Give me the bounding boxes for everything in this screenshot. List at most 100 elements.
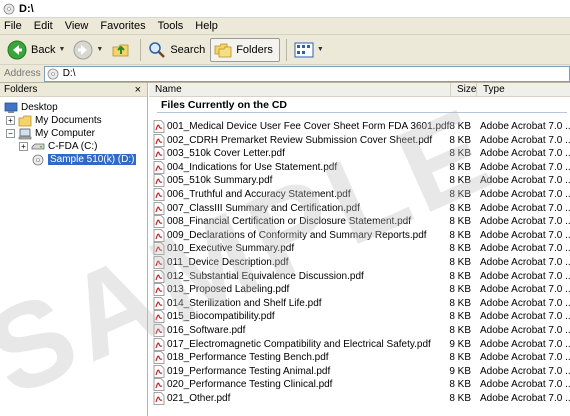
file-row[interactable]: 018_Performance Testing Bench.pdf 8 KB Ado… xyxy=(149,351,570,365)
tree-item-label: Sample 510(k) (D:) xyxy=(48,154,137,165)
file-name: 014_Sterilization and Shelf Life.pdf xyxy=(167,297,322,309)
pdf-file-icon xyxy=(153,392,165,405)
search-icon xyxy=(149,41,166,58)
chevron-down-icon[interactable]: ▼ xyxy=(58,46,65,53)
file-row[interactable]: 006_Truthful and Accuracy Statement.pdf 8… xyxy=(149,188,570,201)
file-row[interactable]: 002_CDRH Premarket Review Submission Cov… xyxy=(149,133,570,147)
file-name: 003_510k Cover Letter.pdf xyxy=(167,148,285,160)
file-row[interactable]: 017_Electromagnetic Compatibility and El… xyxy=(149,337,570,351)
pdf-file-icon xyxy=(153,283,165,297)
tree-item-my-documents[interactable]: + My Documents xyxy=(6,114,102,127)
tree-item-label: C-FDA (C:) xyxy=(48,141,98,152)
menu-help[interactable]: Help xyxy=(195,20,218,32)
toolbar-separator xyxy=(140,38,142,61)
close-icon[interactable]: × xyxy=(135,84,141,96)
pdf-file-icon xyxy=(153,174,165,188)
file-type: Adobe Acrobat 7.0 ... xyxy=(480,325,570,336)
pdf-file-icon xyxy=(153,378,165,392)
back-label: Back xyxy=(31,43,56,56)
column-header-label: Type xyxy=(483,84,505,95)
file-row[interactable]: 011_Device Description.pdf 8 KB Adobe Acro… xyxy=(149,256,570,269)
column-header-type[interactable]: Type xyxy=(477,83,570,96)
pdf-file-icon xyxy=(153,337,165,351)
file-name: 015_Biocompatibility.pdf xyxy=(167,311,275,323)
back-button[interactable]: Back ▼ xyxy=(4,38,68,62)
pdf-file-icon xyxy=(153,120,165,133)
tree-item-c-drive[interactable]: + C-FDA (C:) xyxy=(19,140,97,153)
group-divider xyxy=(157,112,567,113)
file-type: Adobe Acrobat 7.0 ... xyxy=(480,121,570,132)
file-size: 8 KB xyxy=(449,243,471,255)
chevron-down-icon[interactable]: ▼ xyxy=(96,46,103,53)
chevron-down-icon[interactable]: ▼ xyxy=(317,46,324,53)
expand-icon[interactable]: + xyxy=(19,142,28,151)
expand-icon[interactable]: + xyxy=(6,116,15,125)
file-row[interactable]: 005_510k Summary.pdf 8 KB Adobe Acrobat 7.… xyxy=(149,174,570,188)
menu-bar: File Edit View Favorites Tools Help xyxy=(0,18,570,35)
menu-view[interactable]: View xyxy=(65,20,89,32)
file-name: 020_Performance Testing Clinical.pdf xyxy=(167,379,333,391)
folders-button[interactable]: Folders xyxy=(210,37,280,62)
folders-pane-header: Folders × xyxy=(0,83,147,97)
pdf-file-icon xyxy=(153,160,165,174)
file-row[interactable]: 021_Other.pdf 8 KB Adobe Acrobat 7.0 ... xyxy=(149,392,570,405)
address-value: D:\ xyxy=(62,68,76,79)
file-row[interactable]: 012_Substantial Equivalence Discussion.p… xyxy=(149,269,570,283)
pdf-file-icon xyxy=(153,256,165,269)
search-button[interactable]: Search xyxy=(145,38,208,62)
back-arrow-icon xyxy=(7,40,27,59)
file-row[interactable]: 003_510k Cover Letter.pdf 8 KB Adobe Acrob… xyxy=(149,147,570,161)
file-row[interactable]: 019_Performance Testing Animal.pdf 9 KB Ad… xyxy=(149,364,570,378)
file-type: Adobe Acrobat 7.0 ... xyxy=(480,148,570,160)
menu-edit[interactable]: Edit xyxy=(34,20,53,32)
file-size: 8 KB xyxy=(449,325,471,336)
collapse-icon[interactable]: − xyxy=(6,129,15,138)
tree-item-label: My Documents xyxy=(35,115,102,126)
column-headers: Name Size Type xyxy=(149,83,570,97)
file-size: 8 KB xyxy=(449,393,471,404)
column-header-size[interactable]: Size xyxy=(451,83,477,96)
forward-button[interactable]: ▼ xyxy=(70,38,106,62)
up-folder-button[interactable] xyxy=(108,38,134,62)
file-row[interactable]: 007_ClassIII Summary and Certification.p… xyxy=(149,201,570,215)
file-row[interactable]: 016_Software.pdf 8 KB Adobe Acrobat 7.0 ..… xyxy=(149,324,570,337)
toolbar-separator xyxy=(285,38,287,61)
file-size: 9 KB xyxy=(449,338,471,350)
file-size: 8 KB xyxy=(449,121,471,132)
file-row[interactable]: 010_Executive Summary.pdf 8 KB Adobe Acrob… xyxy=(149,242,570,256)
file-name: 004_Indications for Use Statement.pdf xyxy=(167,161,338,173)
file-row[interactable]: 020_Performance Testing Clinical.pdf 8 KB… xyxy=(149,378,570,392)
file-row[interactable]: 015_Biocompatibility.pdf 8 KB Adobe Acroba… xyxy=(149,310,570,324)
file-row[interactable]: 014_Sterilization and Shelf Life.pdf 8 KB… xyxy=(149,296,570,310)
address-bar: Address D:\ xyxy=(0,65,570,83)
column-header-name[interactable]: Name xyxy=(149,83,451,96)
file-size: 8 KB xyxy=(449,257,471,268)
file-row[interactable]: 013_Proposed Labeling.pdf 8 KB Adobe Acrob… xyxy=(149,283,570,297)
file-row[interactable]: 004_Indications for Use Statement.pdf 8 K… xyxy=(149,160,570,174)
menu-favorites[interactable]: Favorites xyxy=(100,20,145,32)
tree-item-desktop[interactable]: Desktop xyxy=(4,101,58,114)
file-name: 001_Medical Device User Fee Cover Sheet … xyxy=(167,121,450,132)
tree-item-my-computer[interactable]: − My Computer xyxy=(6,127,95,140)
views-button[interactable]: ▼ xyxy=(291,38,327,62)
file-row[interactable]: 009_Declarations of Conformity and Summa… xyxy=(149,228,570,242)
folder-icon xyxy=(18,115,32,127)
address-label: Address xyxy=(4,68,41,79)
pdf-file-icon xyxy=(153,296,165,310)
address-input[interactable]: D:\ xyxy=(43,65,570,82)
file-list-pane: Name Size Type Files Currently on the CD… xyxy=(149,83,570,416)
file-name: 017_Electromagnetic Compatibility and El… xyxy=(167,338,431,350)
tree-item-d-drive[interactable]: Sample 510(k) (D:) xyxy=(31,153,137,166)
file-row[interactable]: 001_Medical Device User Fee Cover Sheet … xyxy=(149,120,570,133)
file-row[interactable]: 008_Financial Certification or Disclosur… xyxy=(149,215,570,229)
menu-file[interactable]: File xyxy=(4,20,22,32)
search-label: Search xyxy=(170,43,206,56)
file-size: 8 KB xyxy=(449,189,471,200)
file-type: Adobe Acrobat 7.0 ... xyxy=(480,189,570,200)
column-header-label: Name xyxy=(155,84,182,95)
file-size: 8 KB xyxy=(449,216,471,228)
menu-tools[interactable]: Tools xyxy=(158,20,184,32)
file-size: 8 KB xyxy=(449,175,471,187)
file-name: 021_Other.pdf xyxy=(167,393,231,404)
file-type: Adobe Acrobat 7.0 ... xyxy=(480,311,570,323)
